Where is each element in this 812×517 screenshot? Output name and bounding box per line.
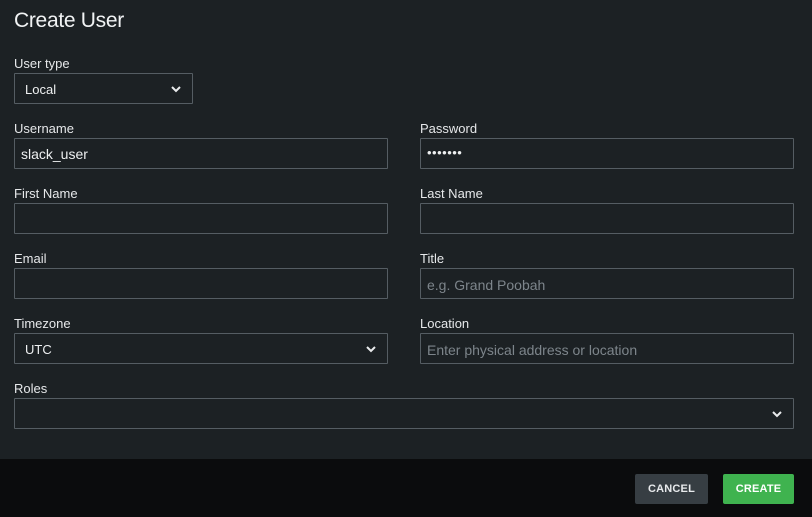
location-field[interactable]: Enter physical address or location [420, 333, 794, 364]
create-button[interactable]: CREATE [723, 474, 794, 504]
location-label: Location [420, 316, 470, 331]
user-type-value: Local [25, 82, 57, 97]
password-label: Password [420, 121, 478, 136]
dialog-title: Create User [14, 9, 124, 32]
title-placeholder: e.g. Grand Poobah [427, 277, 546, 293]
roles-label: Roles [14, 381, 48, 396]
user-type-label: User type [14, 56, 70, 71]
title-label: Title [420, 251, 445, 266]
chevron-down-icon [171, 86, 181, 93]
title-field[interactable]: e.g. Grand Poobah [420, 268, 794, 299]
timezone-select[interactable]: UTC [14, 333, 388, 364]
last-name-label: Last Name [420, 186, 483, 201]
create-user-dialog: Create User User type Local Username sla… [0, 0, 812, 517]
dialog-footer: CANCEL CREATE [0, 459, 812, 517]
chevron-down-icon [772, 411, 782, 418]
email-field[interactable] [14, 268, 388, 299]
location-placeholder: Enter physical address or location [427, 342, 638, 358]
cancel-button[interactable]: CANCEL [635, 474, 708, 504]
username-field[interactable]: slack_user [14, 138, 388, 169]
roles-select[interactable] [14, 398, 794, 429]
first-name-field[interactable] [14, 203, 388, 234]
password-value: ••••••• [427, 145, 463, 160]
first-name-label: First Name [14, 186, 78, 201]
username-label: Username [14, 121, 74, 136]
email-label: Email [14, 251, 47, 266]
timezone-value: UTC [25, 342, 52, 357]
last-name-field[interactable] [420, 203, 794, 234]
password-field[interactable]: ••••••• [420, 138, 794, 169]
timezone-label: Timezone [14, 316, 71, 331]
username-value: slack_user [21, 146, 88, 162]
chevron-down-icon [366, 346, 376, 353]
user-type-select[interactable]: Local [14, 73, 193, 104]
